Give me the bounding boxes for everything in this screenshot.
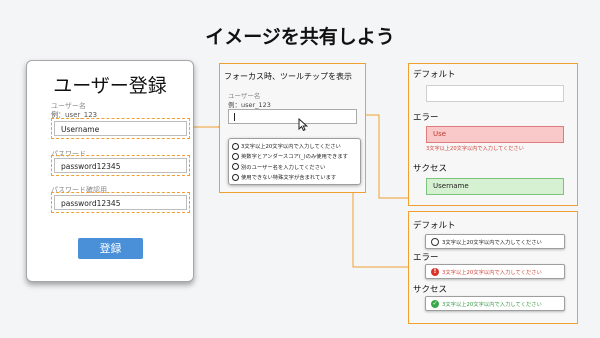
default-state-input[interactable] (426, 85, 564, 102)
tooltip-item: 使用できない特殊文字が含まれています (232, 172, 357, 182)
empty-circle-icon (431, 237, 439, 246)
tooltip-item-text: 3文字以上20文字以内で入力してください (241, 144, 341, 151)
page-title: イメージを共有しよう (205, 26, 395, 48)
password-confirm-input[interactable]: password12345 (54, 195, 187, 210)
focus-tooltip-panel: フォーカス時、ツールチップを表示 ユーザー名 例：user_123 3文字以上2… (219, 63, 366, 193)
default-state-label: デフォルト (413, 70, 456, 80)
tooltip-item: 別のユーザー名を入力してください (232, 162, 357, 172)
focus-username-input[interactable] (228, 109, 357, 124)
password-confirm-field-highlight: password12345 (51, 192, 190, 213)
success-state-label: サクセス (413, 285, 448, 295)
register-button[interactable]: 登録 (78, 238, 143, 259)
registration-title: ユーザー登録 (53, 75, 167, 97)
tooltip-item-text: 英数字とアンダースコア(_)のみ使用できます (241, 154, 348, 161)
username-field-highlight: Username (51, 118, 190, 139)
tooltip-item: 英数字とアンダースコア(_)のみ使用できます (232, 151, 357, 161)
check-icon: ✓ (431, 299, 439, 308)
tooltip-item-text: 別のユーザー名を入力してください (241, 164, 326, 171)
focus-username-example: 例：user_123 (228, 101, 271, 109)
default-state-message: 3文字以上20文字以内で入力してください (442, 239, 542, 246)
error-state-message: 3文字以上20文字以内で入力してください (442, 269, 542, 276)
success-state-message: 3文字以上20文字以内で入力してください (442, 301, 542, 308)
error-state-input[interactable]: Use (426, 126, 564, 143)
tooltip-states-panel: デフォルト 3文字以上20文字以内で入力してください エラー ! 3文字以上20… (408, 211, 578, 324)
tooltip-item: 3文字以上20文字以内で入力してください (232, 141, 357, 151)
password-field-highlight: password12345 (51, 155, 190, 176)
text-caret (234, 113, 235, 121)
username-input[interactable]: Username (54, 121, 187, 136)
password-input[interactable]: password12345 (54, 158, 187, 173)
success-state-tooltip: ✓ 3文字以上20文字以内で入力してください (425, 296, 565, 311)
empty-circle-icon (232, 142, 239, 150)
error-message: 3文字以上20文字以内で入力してください (426, 146, 524, 152)
empty-circle-icon (232, 163, 239, 171)
focus-panel-title: フォーカス時、ツールチップを表示 (224, 72, 352, 81)
success-state-input[interactable]: Username (426, 178, 564, 195)
default-state-label: デフォルト (413, 221, 456, 231)
empty-circle-icon (232, 152, 239, 160)
registration-card: ユーザー登録 ユーザー名 例：user_123 Username パスワード p… (26, 60, 194, 282)
error-icon: ! (431, 267, 439, 276)
default-state-tooltip: 3文字以上20文字以内で入力してください (425, 234, 565, 249)
inline-states-panel: デフォルト エラー Use 3文字以上20文字以内で入力してください サクセス … (408, 63, 578, 206)
error-state-label: エラー (413, 113, 439, 123)
tooltip-item-text: 使用できない特殊文字が含まれています (241, 175, 337, 182)
empty-circle-icon (232, 173, 239, 181)
error-state-label: エラー (413, 253, 439, 263)
validation-tooltip: 3文字以上20文字以内で入力してください 英数字とアンダースコア(_)のみ使用で… (228, 138, 361, 185)
success-state-label: サクセス (413, 164, 448, 174)
error-state-tooltip: ! 3文字以上20文字以内で入力してください (425, 264, 565, 279)
mouse-pointer-icon (298, 118, 308, 131)
